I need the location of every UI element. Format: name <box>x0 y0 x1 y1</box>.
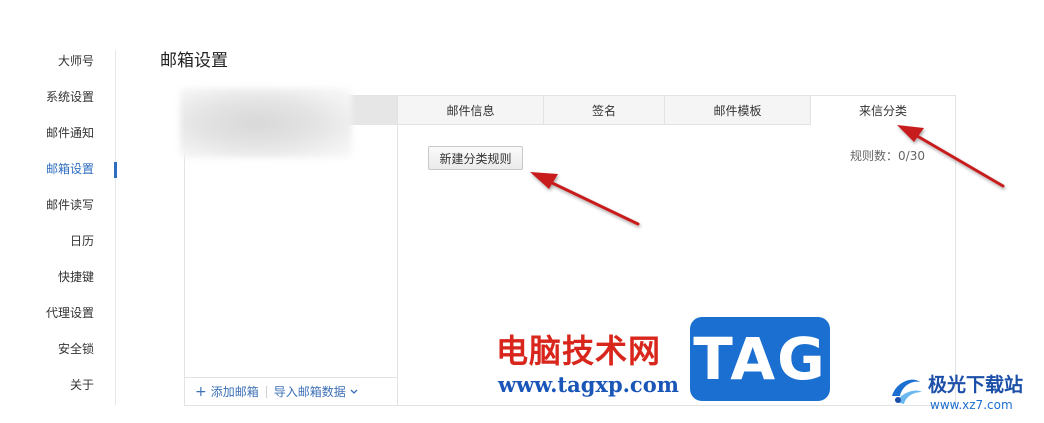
sidebar-item-mail-notification[interactable]: 邮件通知 <box>46 125 94 141</box>
footer-separator <box>265 385 267 398</box>
watermark-brand-url: www.xz7.com <box>930 398 1013 412</box>
account-list-footer: + 添加邮箱 导入邮箱数据 <box>185 377 397 405</box>
sidebar-item-proxy-settings[interactable]: 代理设置 <box>46 305 94 321</box>
new-classification-rule-button[interactable]: 新建分类规则 <box>428 146 523 170</box>
sidebar-item-security-lock[interactable]: 安全锁 <box>58 341 94 357</box>
blurred-account-entry[interactable] <box>180 88 352 158</box>
tab-signature[interactable]: 签名 <box>544 96 665 124</box>
tab-incoming-classification[interactable]: 来信分类 <box>811 96 955 125</box>
sidebar-item-master[interactable]: 大师号 <box>58 53 94 69</box>
rule-count-label: 规则数：0/30 <box>850 149 925 163</box>
sidebar-active-indicator <box>114 162 117 178</box>
settings-tabs: 邮件信息 签名 邮件模板 来信分类 <box>398 96 955 125</box>
tab-mail-info[interactable]: 邮件信息 <box>398 96 544 124</box>
sidebar-item-mail-read-write[interactable]: 邮件读写 <box>46 197 94 213</box>
sidebar-item-shortcuts[interactable]: 快捷键 <box>58 269 94 285</box>
aurora-logo-icon <box>892 379 922 404</box>
sidebar-divider <box>115 50 116 405</box>
sidebar-item-about[interactable]: 关于 <box>70 377 94 393</box>
tab-mail-template[interactable]: 邮件模板 <box>665 96 811 124</box>
import-mailbox-data-link[interactable]: 导入邮箱数据 <box>274 383 358 400</box>
sidebar-item-system-settings[interactable]: 系统设置 <box>46 89 94 105</box>
watermark-site: 电脑技术网 www.tagxp.com <box>496 326 686 398</box>
watermark-brand: 极光下载站 www.xz7.com <box>886 368 1044 418</box>
sidebar-item-mailbox-settings[interactable]: 邮箱设置 <box>46 161 94 177</box>
watermark-site-url: www.tagxp.com <box>498 372 679 397</box>
import-mailbox-data-label: 导入邮箱数据 <box>273 385 346 399</box>
watermark-site-name: 电脑技术网 <box>496 332 662 370</box>
settings-sidebar: 大师号 系统设置 邮件通知 邮箱设置 邮件读写 日历 快捷键 代理设置 安全锁 … <box>0 0 116 423</box>
watermark-tag-logo: TAG <box>690 317 830 401</box>
page-title: 邮箱设置 <box>160 51 228 71</box>
plus-icon: + <box>195 383 207 400</box>
chevron-down-icon <box>350 389 358 394</box>
add-mailbox-label: 添加邮箱 <box>210 385 259 399</box>
add-mailbox-link[interactable]: + 添加邮箱 <box>195 383 259 400</box>
sidebar-item-calendar[interactable]: 日历 <box>70 233 94 249</box>
watermark-brand-name: 极光下载站 <box>928 374 1024 396</box>
